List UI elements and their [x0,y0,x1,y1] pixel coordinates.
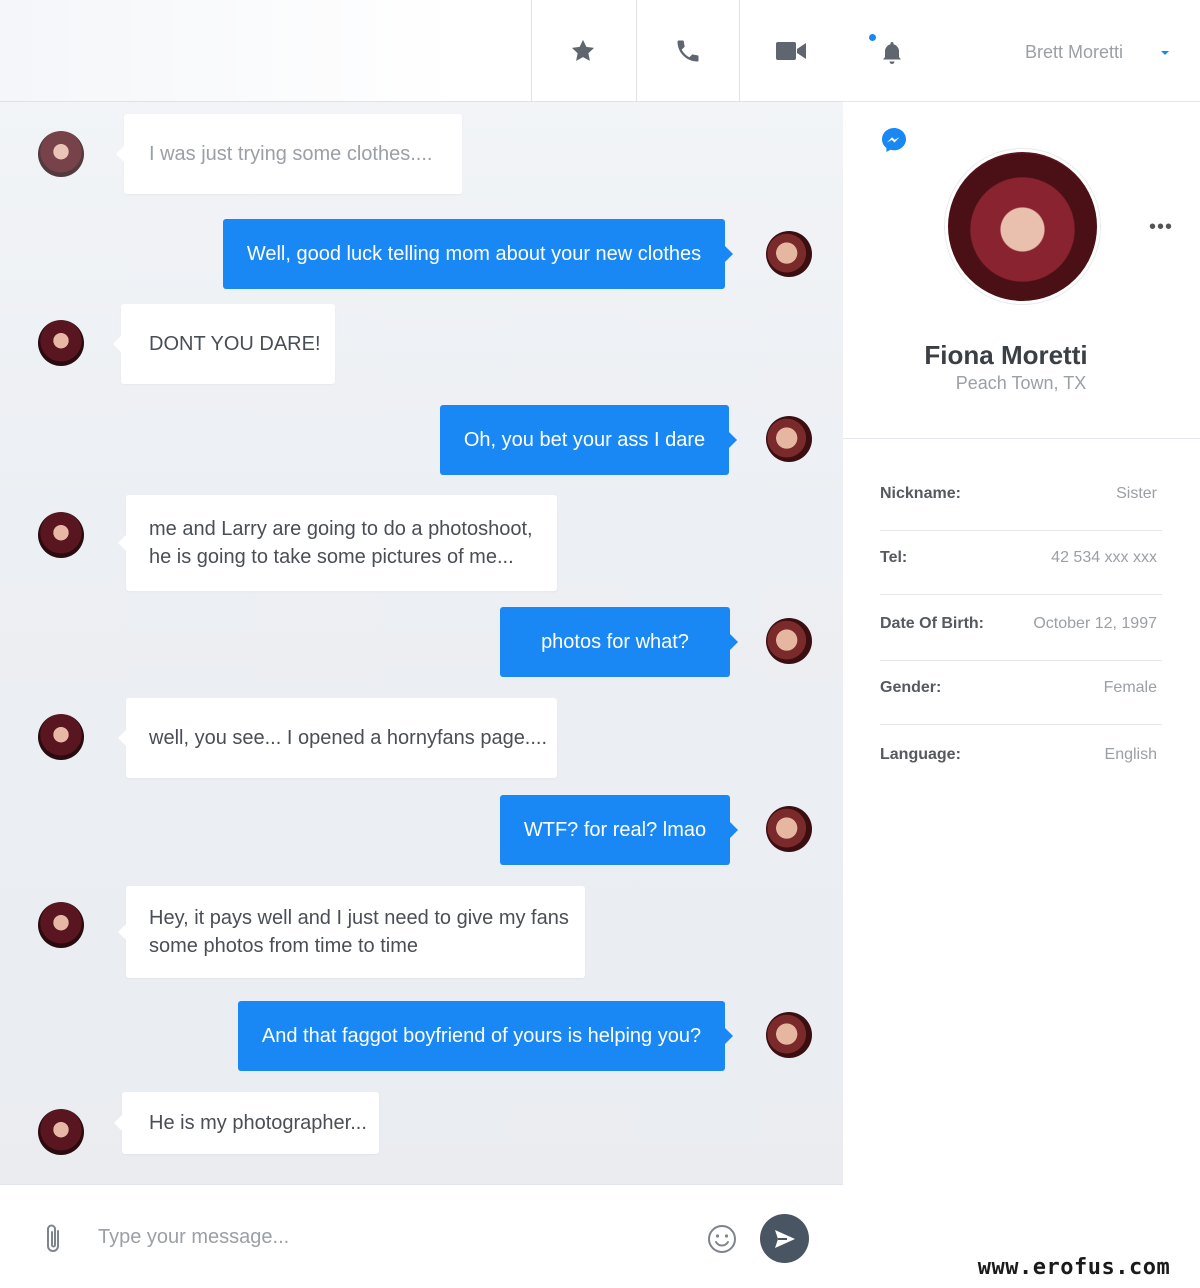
message-text: Hey, it pays well and I just need to giv… [149,907,569,957]
avatar [766,1012,812,1058]
message-text: Well, good luck telling mom about your n… [246,243,702,265]
contact-name: Fiona Moretti [924,340,1088,370]
contact-avatar [945,149,1100,304]
avatar [766,231,812,277]
more-options-icon[interactable]: ••• [1149,217,1173,237]
avatar [766,806,812,852]
message-incoming: well, you see... I opened a hornyfans pa… [118,698,557,778]
avatar [766,618,812,664]
detail-value: English [1104,746,1157,763]
video-call-button[interactable] [739,0,842,102]
message-incoming: He is my photographer... [114,1092,379,1154]
watermark: www.erofus.com [958,1250,1190,1284]
avatar [38,131,84,177]
avatar [38,512,84,558]
message-outgoing: And that faggot boyfriend of yours is he… [238,1001,733,1071]
detail-label: Nickname: [880,485,961,502]
account-username[interactable]: Brett Moretti [993,42,1123,63]
detail-nickname: Nickname: Sister [880,465,1162,531]
message-composer [0,1184,843,1288]
avatar [38,320,84,366]
phone-icon [677,40,699,62]
message-text: photos for what? [541,631,689,653]
smiley-icon[interactable] [707,1224,737,1254]
message-outgoing: Well, good luck telling mom about your n… [223,219,733,289]
contact-location: Peach Town, TX [955,373,1087,393]
detail-value: Female [1103,679,1157,696]
favorite-button[interactable] [531,0,634,102]
message-text: I was just trying some clothes.... [149,143,433,165]
message-incoming: DONT YOU DARE! [113,304,335,384]
message-text: And that faggot boyfriend of yours is he… [261,1025,702,1047]
chevron-down-icon[interactable] [1161,51,1169,55]
detail-label: Date Of Birth: [880,615,984,632]
message-input[interactable] [98,1221,678,1253]
detail-date-of-birth: Date Of Birth: October 12, 1997 [880,595,1162,661]
send-icon [774,1229,795,1248]
chat-header [0,0,843,102]
bell-icon[interactable] [880,40,904,66]
detail-tel: Tel: 42 534 xxx xxx [880,529,1162,595]
avatar [38,1109,84,1155]
video-camera-icon [776,42,806,60]
detail-language: Language: English [880,726,1162,792]
message-incoming: I was just trying some clothes.... [116,114,462,194]
profile-sidebar: Brett Moretti ••• Fiona Moretti Peach To… [843,0,1200,1288]
avatar [766,416,812,462]
message-text: Oh, you bet your ass I dare [463,429,706,451]
chat-panel: I was just trying some clothes.... Well,… [0,0,843,1288]
account-bar: Brett Moretti [843,0,1200,102]
detail-label: Language: [880,746,961,763]
message-text: DONT YOU DARE! [149,333,321,355]
avatar [38,902,84,948]
paperclip-icon[interactable] [42,1223,64,1255]
message-text: me and Larry are going to do a photoshoo… [149,518,533,568]
call-button[interactable] [636,0,739,102]
message-outgoing: photos for what? [500,607,738,677]
message-outgoing: WTF? for real? lmao [500,795,738,865]
contact-profile: ••• Fiona Moretti Peach Town, TX [843,102,1200,439]
message-incoming: Hey, it pays well and I just need to giv… [118,886,585,978]
detail-value: 42 534 xxx xxx [1051,549,1157,566]
messenger-icon [882,128,906,152]
detail-label: Gender: [880,679,942,696]
notification-dot [869,34,876,41]
detail-value: Sister [1116,485,1157,502]
send-button[interactable] [760,1214,809,1263]
star-icon [571,39,595,61]
message-text: well, you see... I opened a hornyfans pa… [149,727,548,749]
detail-label: Tel: [880,549,908,566]
detail-value: October 12, 1997 [1033,615,1157,632]
message-incoming: me and Larry are going to do a photoshoo… [118,495,557,591]
detail-gender: Gender: Female [880,659,1162,725]
message-text: He is my photographer... [149,1112,367,1134]
message-outgoing: Oh, you bet your ass I dare [440,405,737,475]
avatar [38,714,84,760]
message-text: WTF? for real? lmao [523,819,707,841]
